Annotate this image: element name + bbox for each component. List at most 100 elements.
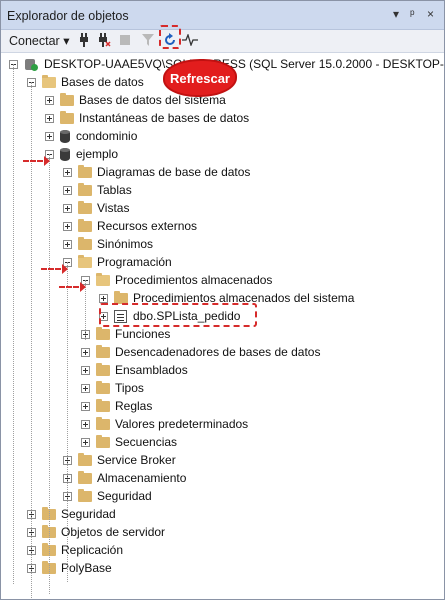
tree-node[interactable]: Objetos de servidor: [27, 523, 165, 541]
tree-node-label: Instantáneas de bases de datos: [79, 111, 250, 125]
tree-node-label: Objetos de servidor: [61, 525, 166, 539]
pin-icon[interactable]: ᵖ: [410, 7, 415, 21]
window-position-icon[interactable]: ▾: [393, 7, 399, 21]
folder-icon: [96, 326, 110, 340]
close-icon[interactable]: ×: [427, 7, 434, 21]
tree-node-label: Seguridad: [61, 507, 116, 521]
tree-node-label: DESKTOP-UAAE5VQ\SQLEXPRESS (SQL Server 1…: [44, 57, 445, 71]
tree-node-label: PolyBase: [61, 561, 112, 575]
expand-toggle-icon[interactable]: [63, 221, 72, 231]
tree-node[interactable]: Service Broker: [63, 451, 176, 469]
tree-node-label: Service Broker: [97, 453, 176, 467]
folder-icon: [78, 452, 92, 466]
folder-icon: [78, 200, 92, 214]
expand-toggle-icon[interactable]: [63, 203, 72, 213]
refresh-highlight: [159, 25, 181, 49]
connect-dropdown[interactable]: Conectar ▾: [9, 33, 69, 48]
folder-icon: [78, 254, 92, 268]
tree-node[interactable]: Almacenamiento: [63, 469, 186, 487]
filter-icon[interactable]: [140, 32, 156, 48]
expand-toggle-icon[interactable]: [81, 347, 90, 357]
tree-node-label: ejemplo: [76, 147, 119, 161]
tree-node-label: Ensamblados: [115, 363, 188, 377]
object-explorer-panel: Explorador de objetos ▾ ᵖ × Conectar ▾ D…: [0, 0, 445, 600]
folder-icon: [96, 380, 110, 394]
expand-toggle-icon[interactable]: [63, 239, 72, 249]
tree-node-label: Bases de datos: [61, 75, 144, 89]
folder-icon: [78, 470, 92, 484]
tree-node[interactable]: Programación: [63, 253, 172, 271]
folder-icon: [96, 362, 110, 376]
toolbar: Conectar ▾: [1, 30, 444, 53]
tree-node-label: Valores predeterminados: [115, 417, 249, 431]
folder-icon: [114, 290, 128, 304]
folder-icon: [96, 416, 110, 430]
tree-node-label: Bases de datos del sistema: [79, 93, 226, 107]
tree-node[interactable]: Reglas: [81, 397, 152, 415]
tree-node[interactable]: Seguridad: [63, 487, 152, 505]
tree-node[interactable]: Tipos: [81, 379, 144, 397]
folder-icon: [96, 344, 110, 358]
tree-node[interactable]: Vistas: [63, 199, 129, 217]
expand-toggle-icon[interactable]: [45, 131, 54, 141]
arrow-procedimientos: [59, 281, 86, 293]
tree-node[interactable]: Secuencias: [81, 433, 177, 451]
folder-icon: [96, 272, 110, 286]
connect-icon[interactable]: [76, 32, 92, 48]
tree-node[interactable]: Valores predeterminados: [81, 415, 248, 433]
folder-icon: [60, 92, 74, 106]
expand-toggle-icon[interactable]: [99, 293, 108, 303]
tree-node-label: Recursos externos: [97, 219, 198, 233]
tree-node-label: Reglas: [115, 399, 153, 413]
expand-toggle-icon[interactable]: [81, 419, 90, 429]
folder-icon: [78, 236, 92, 250]
tree-node[interactable]: Diagramas de base de datos: [63, 163, 250, 181]
expand-toggle-icon[interactable]: [81, 401, 90, 411]
panel-titlebar: Explorador de objetos ▾ ᵖ ×: [1, 1, 444, 30]
tree-node[interactable]: Sinónimos: [63, 235, 153, 253]
expand-toggle-icon[interactable]: [45, 113, 54, 123]
tree-node-label: condominio: [76, 129, 138, 143]
tree-node[interactable]: Instantáneas de bases de datos: [45, 109, 249, 127]
tree-node[interactable]: Recursos externos: [63, 217, 197, 235]
expand-toggle-icon[interactable]: [63, 167, 72, 177]
folder-icon: [96, 434, 110, 448]
tree-node-label: Diagramas de base de datos: [97, 165, 251, 179]
activity-monitor-icon[interactable]: [182, 32, 198, 48]
tree-node[interactable]: ejemplo: [45, 145, 118, 163]
tree-node[interactable]: Replicación: [27, 541, 123, 559]
tree-node-label: Replicación: [61, 543, 124, 557]
tree-node-label: Tablas: [97, 183, 132, 197]
tree-node[interactable]: Ensamblados: [81, 361, 188, 379]
tree-node[interactable]: Tablas: [63, 181, 132, 199]
tree-node-label: Secuencias: [115, 435, 178, 449]
expand-toggle-icon[interactable]: [81, 437, 90, 447]
disconnect-icon[interactable]: [96, 32, 112, 48]
panel-title: Explorador de objetos: [7, 9, 129, 23]
folder-icon: [78, 182, 92, 196]
tree-node-label: Desencadenadores de bases de datos: [115, 345, 321, 359]
folder-icon: [78, 164, 92, 178]
tree-connector-line: [13, 64, 14, 584]
folder-icon: [60, 110, 74, 124]
expand-toggle-icon[interactable]: [81, 365, 90, 375]
tree-node[interactable]: PolyBase: [27, 559, 112, 577]
folder-icon: [78, 218, 92, 232]
tree-node-label: Seguridad: [97, 489, 152, 503]
server-icon: [24, 58, 38, 71]
stop-icon[interactable]: [117, 32, 133, 48]
tree-node[interactable]: Bases de datos: [27, 73, 144, 91]
folder-icon: [78, 488, 92, 502]
tree-node[interactable]: condominio: [45, 127, 137, 145]
folder-icon: [42, 74, 56, 88]
tree-node-label: Funciones: [115, 327, 171, 341]
folder-icon: [96, 398, 110, 412]
tree-node[interactable]: Desencadenadores de bases de datos: [81, 343, 320, 361]
expand-toggle-icon[interactable]: [63, 185, 72, 195]
tree-node[interactable]: Procedimientos almacenados: [81, 271, 272, 289]
arrow-programacion: [41, 263, 68, 275]
tree-node[interactable]: Seguridad: [27, 505, 116, 523]
expand-toggle-icon[interactable]: [45, 95, 54, 105]
expand-toggle-icon[interactable]: [81, 383, 90, 393]
tree-node[interactable]: Funciones: [81, 325, 170, 343]
